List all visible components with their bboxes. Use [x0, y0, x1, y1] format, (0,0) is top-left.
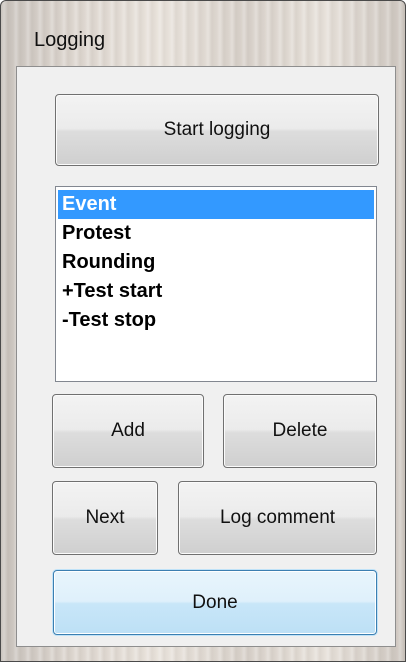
list-item[interactable]: +Test start — [58, 277, 374, 306]
logging-window: Logging Start logging Event Protest Roun… — [0, 0, 406, 662]
event-listbox[interactable]: Event Protest Rounding +Test start -Test… — [55, 186, 377, 382]
window-title: Logging — [34, 29, 106, 51]
log-comment-button[interactable]: Log comment — [178, 481, 377, 555]
list-item[interactable]: Event — [58, 190, 374, 219]
list-item[interactable]: -Test stop — [58, 306, 374, 335]
next-button[interactable]: Next — [52, 481, 158, 555]
list-item[interactable]: Protest — [58, 219, 374, 248]
client-area: Start logging Event Protest Rounding +Te… — [16, 66, 396, 647]
list-item[interactable]: Rounding — [58, 248, 374, 277]
start-logging-button[interactable]: Start logging — [55, 94, 379, 166]
delete-button[interactable]: Delete — [223, 394, 377, 468]
done-button[interactable]: Done — [53, 570, 377, 635]
add-button[interactable]: Add — [52, 394, 204, 468]
